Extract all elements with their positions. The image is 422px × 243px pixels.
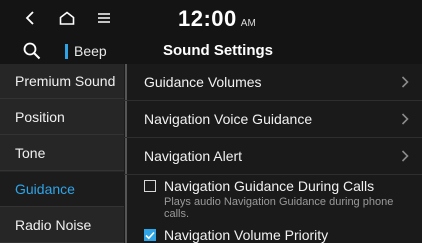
list-item-guidance-volumes[interactable]: Guidance Volumes [124,64,422,101]
page-title: Sound Settings [163,42,273,59]
list-item-navigation-voice-guidance[interactable]: Navigation Voice Guidance [124,101,422,138]
sidebar-item-label: Premium Sound [15,73,116,89]
sidebar-item-guidance[interactable]: Guidance [0,172,124,207]
chevron-right-icon [398,112,412,126]
list-item-navigation-alert[interactable]: Navigation Alert [124,138,422,175]
beep-label: Beep [74,43,107,59]
search-icon[interactable] [20,39,44,63]
settings-list: Guidance Volumes Navigation Voice Guidan… [124,64,422,243]
checkbox-row-volume-priority[interactable]: Navigation Volume Priority [124,226,422,243]
checkbox-label: Navigation Volume Priority [164,227,329,243]
sidebar-item-label: Guidance [15,181,75,197]
header: Beep Sound Settings [0,37,422,65]
list-item-label: Guidance Volumes [144,74,262,90]
checkbox-volume-priority[interactable] [144,229,156,241]
list-item-label: Navigation Alert [144,148,243,164]
sidebar-item-tone[interactable]: Tone [0,136,124,171]
clock-ampm: AM [240,18,256,29]
menu-icon[interactable] [94,8,114,28]
clock-time: 12:00 [178,6,237,31]
sidebar-item-label: Position [15,109,65,125]
sidebar: Premium Sound Position Tone Guidance Rad… [0,64,124,243]
sidebar-item-label: Tone [15,145,46,161]
sidebar-item-label: Radio Noise [15,217,92,233]
chevron-right-icon [398,75,412,89]
sidebar-item-radio-noise[interactable]: Radio Noise [0,208,124,243]
beep-indicator [65,43,68,59]
top-bar: 12:00 AM [0,0,422,38]
beep-button[interactable]: Beep [65,41,107,61]
checkbox-label: Navigation Guidance During Calls [164,178,375,194]
clock: 12:00 AM [178,6,256,32]
sound-settings-screen: 12:00 AM Beep Sound Settings Premium Sou… [0,0,422,243]
chevron-right-icon [398,149,412,163]
list-item-label: Navigation Voice Guidance [144,111,313,127]
checkbox-guidance-during-calls[interactable] [144,180,156,192]
checkbox-description: Plays audio Navigation Guidance during p… [164,196,394,220]
check-icon [145,231,155,239]
sidebar-item-position[interactable]: Position [0,100,124,135]
back-icon[interactable] [20,8,40,28]
sidebar-item-premium-sound[interactable]: Premium Sound [0,64,124,99]
checkbox-row-guidance-during-calls[interactable]: Navigation Guidance During Calls Plays a… [124,175,422,225]
home-icon[interactable] [57,8,77,28]
